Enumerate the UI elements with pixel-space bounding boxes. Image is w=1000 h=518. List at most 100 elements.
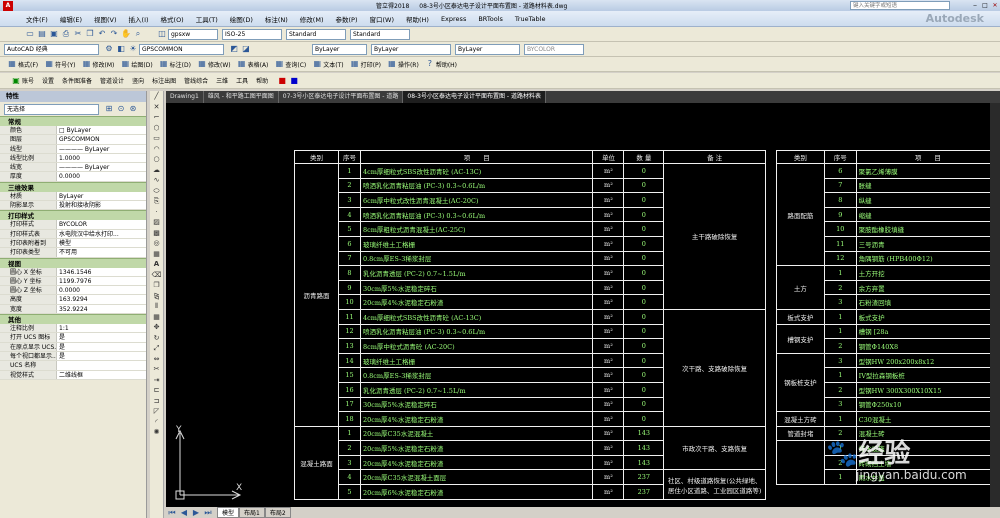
break-icon[interactable]: ⊏ bbox=[150, 385, 163, 396]
erase-icon[interactable]: ⌫ bbox=[150, 270, 163, 281]
section-header[interactable]: 常规 bbox=[0, 116, 146, 126]
rotate-icon[interactable]: ↻ bbox=[150, 333, 163, 344]
menu-modify[interactable]: 修改(M) bbox=[294, 14, 330, 24]
circle-icon[interactable]: ○ bbox=[150, 154, 163, 165]
copy-icon[interactable]: ❐ bbox=[85, 29, 95, 39]
tab-drawing-active[interactable]: 08-3号小区泰达电子设计平面布置图 - 道路材料表 bbox=[403, 91, 546, 103]
tab-layout1[interactable]: 布局1 bbox=[239, 507, 265, 518]
tab-model[interactable]: 模型 bbox=[217, 507, 240, 518]
textstyle-select[interactable]: gpsxw bbox=[168, 28, 218, 40]
rectangle-icon[interactable]: ▭ bbox=[150, 133, 163, 144]
layer-state-icon[interactable]: ◧ bbox=[116, 44, 126, 54]
hatch-icon[interactable]: ▨ bbox=[150, 217, 163, 228]
prop-value[interactable]: 是 bbox=[56, 333, 146, 342]
tab-drawing1[interactable]: Drawing1 bbox=[166, 91, 204, 103]
tb3-draw[interactable]: 绘图(D) bbox=[131, 60, 152, 69]
prop-value[interactable]: □ ByLayer bbox=[56, 126, 146, 135]
tb3-modify2[interactable]: 修改(W) bbox=[208, 60, 231, 69]
prop-value[interactable]: 1.0000 bbox=[56, 153, 146, 163]
plotstyle-select[interactable]: BYCOLOR bbox=[524, 43, 584, 55]
gradient-icon[interactable]: ▩ bbox=[150, 228, 163, 239]
scale-icon[interactable]: ⤢ bbox=[150, 343, 163, 354]
join-icon[interactable]: ⊐ bbox=[150, 396, 163, 407]
menu-express[interactable]: Express bbox=[435, 15, 472, 23]
tb3-plot[interactable]: 打印(P) bbox=[361, 60, 381, 69]
menu-draw[interactable]: 绘图(D) bbox=[224, 14, 259, 24]
tb4-prep[interactable]: 条件图准备 bbox=[62, 76, 92, 85]
prop-value[interactable]: 0.0000 bbox=[56, 172, 146, 181]
table-icon[interactable]: ▦ bbox=[150, 249, 163, 260]
mleaderstyle-select[interactable]: Standard bbox=[350, 28, 410, 40]
zoom-icon[interactable]: ⌕ bbox=[133, 29, 143, 39]
settings-gear-icon[interactable]: ⚙ bbox=[104, 44, 114, 54]
menu-dimension[interactable]: 标注(N) bbox=[259, 14, 294, 24]
print-icon[interactable]: ⎙ bbox=[61, 29, 71, 39]
make-current-icon[interactable]: ◩ bbox=[229, 44, 239, 54]
dimstyle-select[interactable]: ISO-25 bbox=[222, 28, 282, 40]
prop-value[interactable]: ———— ByLayer bbox=[56, 163, 146, 172]
explode-icon[interactable]: ✺ bbox=[150, 427, 163, 438]
copy-icon[interactable]: ❐ bbox=[150, 280, 163, 291]
chamfer-icon[interactable]: ◸ bbox=[150, 406, 163, 417]
menu-help[interactable]: 帮助(H) bbox=[400, 14, 435, 24]
line-icon[interactable]: ╱ bbox=[150, 91, 163, 102]
color-select[interactable]: ByLayer bbox=[312, 43, 367, 55]
prop-value[interactable]: 不可用 bbox=[56, 248, 146, 257]
workspace-select[interactable]: AutoCAD 经典 bbox=[4, 43, 99, 55]
minimize-button[interactable]: ‒ bbox=[970, 2, 980, 9]
menu-insert[interactable]: 插入(I) bbox=[123, 14, 155, 24]
menu-edit[interactable]: 编辑(E) bbox=[54, 14, 88, 24]
quick-select-icon[interactable]: ⊛ bbox=[128, 104, 138, 114]
prop-value[interactable]: ByLayer bbox=[56, 191, 146, 201]
menu-window[interactable]: 窗口(W) bbox=[363, 14, 400, 24]
layer-select[interactable]: GPSCOMMON bbox=[139, 43, 224, 55]
color-palette-icon[interactable]: ■ bbox=[277, 76, 287, 86]
search-input[interactable]: 键入关键字或短语 bbox=[850, 1, 950, 10]
select-objects-icon[interactable]: ⊙ bbox=[116, 104, 126, 114]
menu-file[interactable]: 文件(F) bbox=[20, 14, 54, 24]
open-folder-icon[interactable]: ▤ bbox=[37, 29, 47, 39]
tb4-vertical[interactable]: 竖向 bbox=[132, 76, 144, 85]
tb3-modify[interactable]: 修改(M) bbox=[93, 60, 115, 69]
redo-icon[interactable]: ↷ bbox=[109, 29, 119, 39]
menu-tools[interactable]: 工具(T) bbox=[190, 14, 224, 24]
first-tab-icon[interactable]: ⏮ bbox=[167, 508, 177, 518]
ellipse-icon[interactable]: ⬭ bbox=[150, 186, 163, 197]
section-header[interactable]: 其他 bbox=[0, 314, 146, 325]
cut-icon[interactable]: ✂ bbox=[73, 29, 83, 39]
menu-brtools[interactable]: BRTools bbox=[472, 15, 509, 23]
prop-value[interactable]: ———— ByLayer bbox=[56, 144, 146, 153]
prop-value[interactable]: 水电院汉中给水打印... bbox=[56, 229, 146, 238]
section-header[interactable]: 三维效果 bbox=[0, 181, 146, 192]
tb4-annotate[interactable]: 标注出图 bbox=[152, 76, 176, 85]
tb4-settings[interactable]: 设置 bbox=[42, 76, 54, 85]
mtext-icon[interactable]: A bbox=[150, 259, 163, 270]
tb3-format[interactable]: 格式(F) bbox=[18, 60, 38, 69]
section-header[interactable]: 打印样式 bbox=[0, 210, 146, 221]
prop-value[interactable]: 投射和接收阴影 bbox=[56, 201, 146, 210]
toggle-pickadd-icon[interactable]: ⊞ bbox=[104, 104, 114, 114]
prop-value[interactable]: 是 bbox=[56, 342, 146, 351]
selection-dropdown[interactable]: 无选择 bbox=[4, 103, 99, 115]
tab-drawing-2[interactable]: 雄风 - 和平路工图平面图 bbox=[204, 91, 279, 103]
layer-manager-icon[interactable]: ◫ bbox=[157, 29, 167, 39]
prop-value[interactable] bbox=[56, 361, 146, 370]
last-tab-icon[interactable]: ⏭ bbox=[203, 508, 213, 518]
tb3-query[interactable]: 查询(C) bbox=[285, 60, 306, 69]
xline-icon[interactable]: ✕ bbox=[150, 102, 163, 113]
app-logo-icon[interactable]: A bbox=[3, 0, 13, 11]
arc-icon[interactable]: ◠ bbox=[150, 144, 163, 155]
extend-icon[interactable]: ⇥ bbox=[150, 375, 163, 386]
tb4-pipeline[interactable]: 管线综合 bbox=[184, 76, 208, 85]
tb3-dimension[interactable]: 标注(D) bbox=[170, 60, 191, 69]
prop-value[interactable]: 二维线框 bbox=[56, 370, 146, 379]
prop-value[interactable]: 1:1 bbox=[56, 324, 146, 333]
tb3-help[interactable]: 帮助(H) bbox=[436, 60, 457, 69]
pan-icon[interactable]: ✋ bbox=[121, 29, 131, 39]
prop-value[interactable]: 163.9294 bbox=[56, 295, 146, 304]
prop-value[interactable]: 模型 bbox=[56, 238, 146, 248]
polygon-icon[interactable]: ⬡ bbox=[150, 123, 163, 134]
prop-value[interactable]: 是 bbox=[56, 351, 146, 361]
prop-value[interactable]: GPSCOMMON bbox=[56, 135, 146, 144]
tb3-text[interactable]: 文本(T) bbox=[323, 60, 343, 69]
